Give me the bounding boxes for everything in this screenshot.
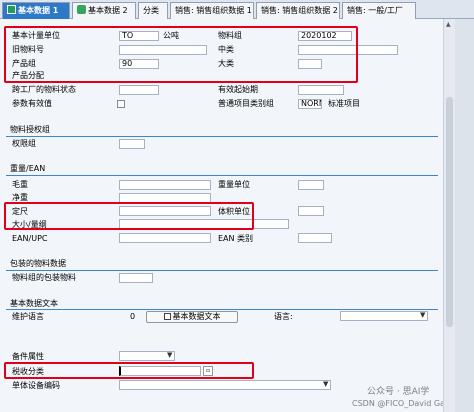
tab-label: 销售: 一般/工厂 bbox=[347, 6, 403, 15]
matl-grp-pack-field[interactable] bbox=[119, 273, 153, 283]
chevron-down-icon[interactable]: ▼ bbox=[420, 311, 425, 319]
tab-label: 基本数据 1 bbox=[18, 6, 59, 15]
weight-unit-label: 重量单位 bbox=[218, 180, 250, 189]
tab-basic-data-1[interactable]: 基本数据 1 bbox=[2, 2, 70, 19]
auth-group-field[interactable] bbox=[119, 139, 145, 149]
highlight-box-tax bbox=[4, 362, 254, 379]
tab-basic-data-2[interactable]: 基本数据 2 bbox=[72, 2, 136, 19]
tab-sales-general-plant[interactable]: 销售: 一般/工厂 bbox=[342, 2, 416, 19]
gross-weight-label: 毛重 bbox=[12, 180, 28, 189]
side-panel bbox=[455, 19, 474, 412]
gen-item-cat-label: 普通项目类别组 bbox=[218, 99, 274, 108]
highlight-box-general bbox=[4, 26, 358, 83]
basic-data-text-button[interactable]: 基本数据文本 bbox=[146, 311, 238, 323]
tab-strip: 基本数据 1 基本数据 2 分类 销售: 销售组织数据 1 销售: 销售组织数据… bbox=[0, 0, 474, 19]
auth-group-label: 权限组 bbox=[12, 139, 36, 148]
scrollbar-thumb[interactable] bbox=[446, 97, 453, 327]
spare-part-label: 备件属性 bbox=[12, 352, 44, 361]
ean-label: EAN/UPC bbox=[12, 234, 48, 243]
ean-cat-field[interactable] bbox=[298, 233, 332, 243]
lang2-select[interactable] bbox=[340, 311, 428, 321]
material-icon bbox=[7, 5, 16, 14]
volume-unit-field[interactable] bbox=[298, 206, 324, 216]
check-icon bbox=[77, 5, 86, 14]
tab-label: 销售: 销售组织数据 2 bbox=[261, 6, 338, 15]
valid-from-label: 有效起始期 bbox=[218, 85, 258, 94]
auth-section-title: 物料授权组 bbox=[10, 125, 50, 134]
highlight-box-volume bbox=[4, 202, 254, 230]
chevron-down-icon[interactable]: ▼ bbox=[323, 380, 328, 388]
gen-item-cat-text: 标准项目 bbox=[328, 99, 360, 108]
param-eff-label: 参数有效值 bbox=[12, 99, 52, 108]
text-section-title: 基本数据文本 bbox=[10, 299, 58, 308]
valid-from-field[interactable] bbox=[298, 85, 344, 95]
xplant-status-label: 跨工厂的物料状态 bbox=[12, 85, 76, 94]
scroll-up-icon[interactable]: ▲ bbox=[446, 21, 451, 28]
param-eff-checkbox[interactable] bbox=[117, 100, 125, 108]
vertical-scrollbar[interactable]: ▲ bbox=[443, 19, 455, 412]
tab-label: 基本数据 2 bbox=[88, 6, 128, 15]
item-code-label: 单体设备编码 bbox=[12, 381, 60, 390]
auth-section-line bbox=[6, 136, 438, 137]
pkg-section-line bbox=[6, 270, 438, 271]
maint-lang-value: 0 bbox=[130, 312, 136, 321]
tab-label: 销售: 销售组织数据 1 bbox=[175, 6, 252, 15]
text-section-line bbox=[6, 309, 438, 310]
tab-sales-org-2[interactable]: 销售: 销售组织数据 2 bbox=[256, 2, 340, 19]
dims-section-title: 重量/EAN bbox=[10, 164, 46, 173]
maint-lang-label: 维护语言 bbox=[12, 312, 44, 321]
tab-sales-org-1[interactable]: 销售: 销售组织数据 1 bbox=[170, 2, 254, 19]
gross-weight-field[interactable] bbox=[119, 180, 211, 190]
button-label: 基本数据文本 bbox=[172, 312, 221, 321]
gen-item-cat-field[interactable]: NORM bbox=[298, 99, 322, 109]
tab-label: 分类 bbox=[143, 6, 159, 15]
weight-unit-field[interactable] bbox=[298, 180, 324, 190]
lang2-label: 语言: bbox=[274, 312, 293, 321]
watermark-line1: 公众号 · 思AI学 bbox=[367, 387, 430, 397]
matl-grp-pack-label: 物料组的包装物料 bbox=[12, 273, 76, 282]
chevron-down-icon[interactable]: ▼ bbox=[167, 351, 172, 359]
pkg-section-title: 包装的物料数据 bbox=[10, 259, 66, 268]
dims-section-line bbox=[6, 175, 438, 176]
text-editor-icon bbox=[163, 313, 171, 320]
item-code-select[interactable] bbox=[119, 380, 331, 390]
xplant-status-field[interactable] bbox=[119, 85, 159, 95]
watermark-line2: CSDN @FICO_David Gao bbox=[352, 399, 443, 408]
ean-cat-label: EAN 类别 bbox=[218, 234, 254, 243]
main-panel: 基本计量单位 TO 公吨 物料组 2020102 旧物料号 中类 产品组 90 … bbox=[0, 19, 443, 412]
ean-field[interactable] bbox=[119, 233, 211, 243]
tab-classification[interactable]: 分类 bbox=[138, 2, 168, 19]
